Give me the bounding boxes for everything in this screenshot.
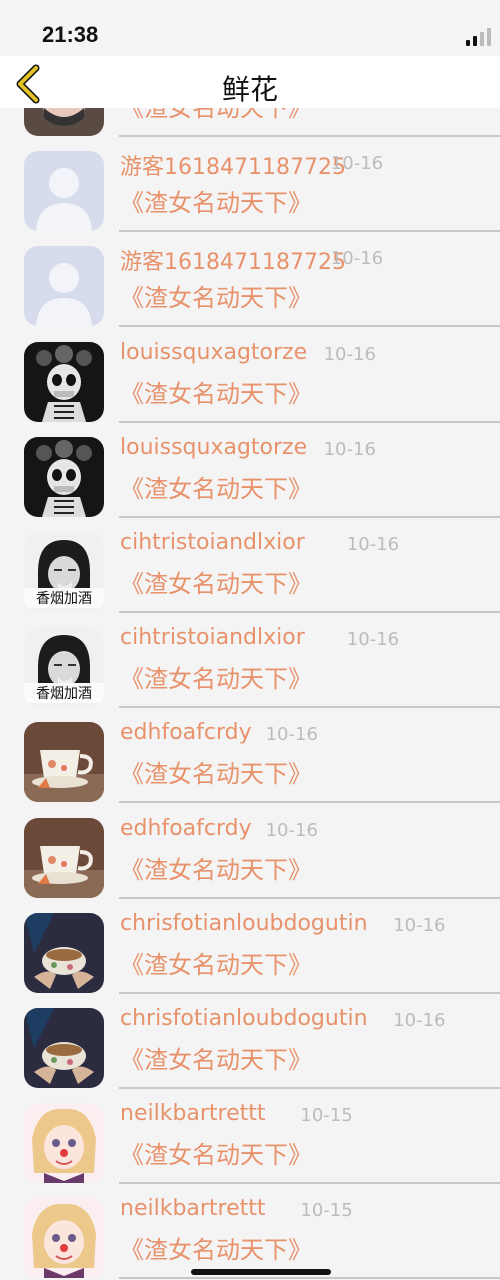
list-item[interactable]: 香烟加酒 cihtristoiandlxior 10-16 《渣女名动天下》 [0,613,500,709]
signal-icon [466,28,492,46]
gift-date: 10-16 [346,629,400,651]
user-name[interactable]: chrisfotianloubdogutin [120,1006,368,1031]
teacup-avatar[interactable] [24,722,104,802]
page-title: 鲜花 [221,73,278,106]
list-item[interactable]: edhfoafcrdy 10-16 《渣女名动天下》 [0,804,500,899]
gift-title[interactable]: 《渣女名动天下》 [120,850,312,885]
list-item[interactable]: neilkbartrettt 10-15 《渣女名动天下》 [0,1089,500,1185]
user-name[interactable]: edhfoafcrdy [120,720,252,745]
gift-title[interactable]: 《渣女名动天下》 [120,374,312,409]
flower-gift-list[interactable]: 《渣女名动天下》 游客1618471187725 10-16 《渣女名动天下》 游客16… [0,0,500,1280]
gift-date: 10-16 [265,724,318,746]
list-item[interactable]: chrisfotianloubdogutin 10-16 《渣女名动天下》 [0,994,500,1089]
user-name[interactable]: cihtristoiandlxior [120,625,305,650]
gift-title[interactable]: 《渣女名动天下》 [120,1135,312,1170]
gift-date: 10-15 [300,1105,353,1127]
smoke-avatar[interactable]: 香烟加酒 [24,532,104,612]
teacup-hands-avatar[interactable] [24,1008,104,1088]
gift-date: 10-16 [330,153,384,175]
avatar-caption: 香烟加酒 [24,588,104,608]
gift-title[interactable]: 《渣女名动天下》 [120,659,312,694]
gift-date: 10-16 [393,914,446,936]
teacup-avatar[interactable] [24,818,104,898]
gift-title[interactable]: 《渣女名动天下》 [120,278,312,313]
gift-date: 10-16 [346,534,400,555]
avatar-caption: 香烟加酒 [24,683,104,704]
user-name[interactable]: louissquxagtorze [120,340,307,365]
user-name[interactable]: chrisfotianloubdogutin [120,911,368,936]
gift-date: 10-16 [265,819,318,841]
skull-avatar[interactable] [24,342,104,422]
clown-girl-avatar[interactable] [24,1198,104,1278]
status-time: 21:38 [42,22,99,47]
list-item[interactable]: edhfoafcrdy 10-16 《渣女名动天下》 [0,708,500,804]
gift-title[interactable]: 《渣女名动天下》 [120,564,312,599]
gift-title[interactable]: 《渣女名动天下》 [120,183,312,218]
nav-bar: 鲜花 [0,56,500,108]
list-item[interactable]: neilkbartrettt 10-15 《渣女名动天下》 [0,1184,500,1280]
gift-title[interactable]: 《渣女名动天下》 [120,754,312,789]
gift-date: 10-15 [300,1200,353,1222]
smoke-avatar[interactable]: 香烟加酒 [24,627,104,707]
status-bar: 21:38 [0,0,500,56]
default-user-avatar[interactable] [24,151,104,231]
user-name[interactable]: neilkbartrettt [120,1101,266,1126]
divider [119,1277,500,1280]
clown-girl-avatar[interactable] [24,1103,104,1183]
list-item[interactable]: 香烟加酒 cihtristoiandlxior 10-16 《渣女名动天下》 [0,518,500,613]
gift-date: 10-16 [323,438,376,460]
skull-avatar[interactable] [24,437,104,517]
user-name[interactable]: louissquxagtorze [120,435,307,460]
gift-date: 10-16 [323,343,376,365]
gift-title[interactable]: 《渣女名动天下》 [120,469,312,504]
list-item[interactable]: chrisfotianloubdogutin 10-16 《渣女名动天下》 [0,899,500,994]
teacup-hands-avatar[interactable] [24,913,104,993]
list-item[interactable]: 游客1618471187725 10-16 《渣女名动天下》 [0,232,500,328]
gift-title[interactable]: 《渣女名动天下》 [120,945,312,980]
list-item[interactable]: 游客1618471187725 10-16 《渣女名动天下》 [0,137,500,233]
user-name[interactable]: 游客1618471187725 [120,149,346,181]
default-user-avatar[interactable] [24,246,104,326]
user-name[interactable]: 游客1618471187725 [120,244,346,276]
gift-title[interactable]: 《渣女名动天下》 [120,1040,312,1075]
gift-date: 10-16 [330,248,384,270]
home-indicator [191,1269,331,1275]
user-name[interactable]: edhfoafcrdy [120,816,252,841]
user-name[interactable]: cihtristoiandlxior [120,530,305,555]
list-item[interactable]: louissquxagtorze 10-16 《渣女名动天下》 [0,423,500,518]
list-item[interactable]: louissquxagtorze 10-16 《渣女名动天下》 [0,328,500,423]
gift-date: 10-16 [393,1010,446,1031]
gift-title[interactable]: 《渣女名动天下》 [120,1230,312,1265]
user-name[interactable]: neilkbartrettt [120,1196,266,1221]
